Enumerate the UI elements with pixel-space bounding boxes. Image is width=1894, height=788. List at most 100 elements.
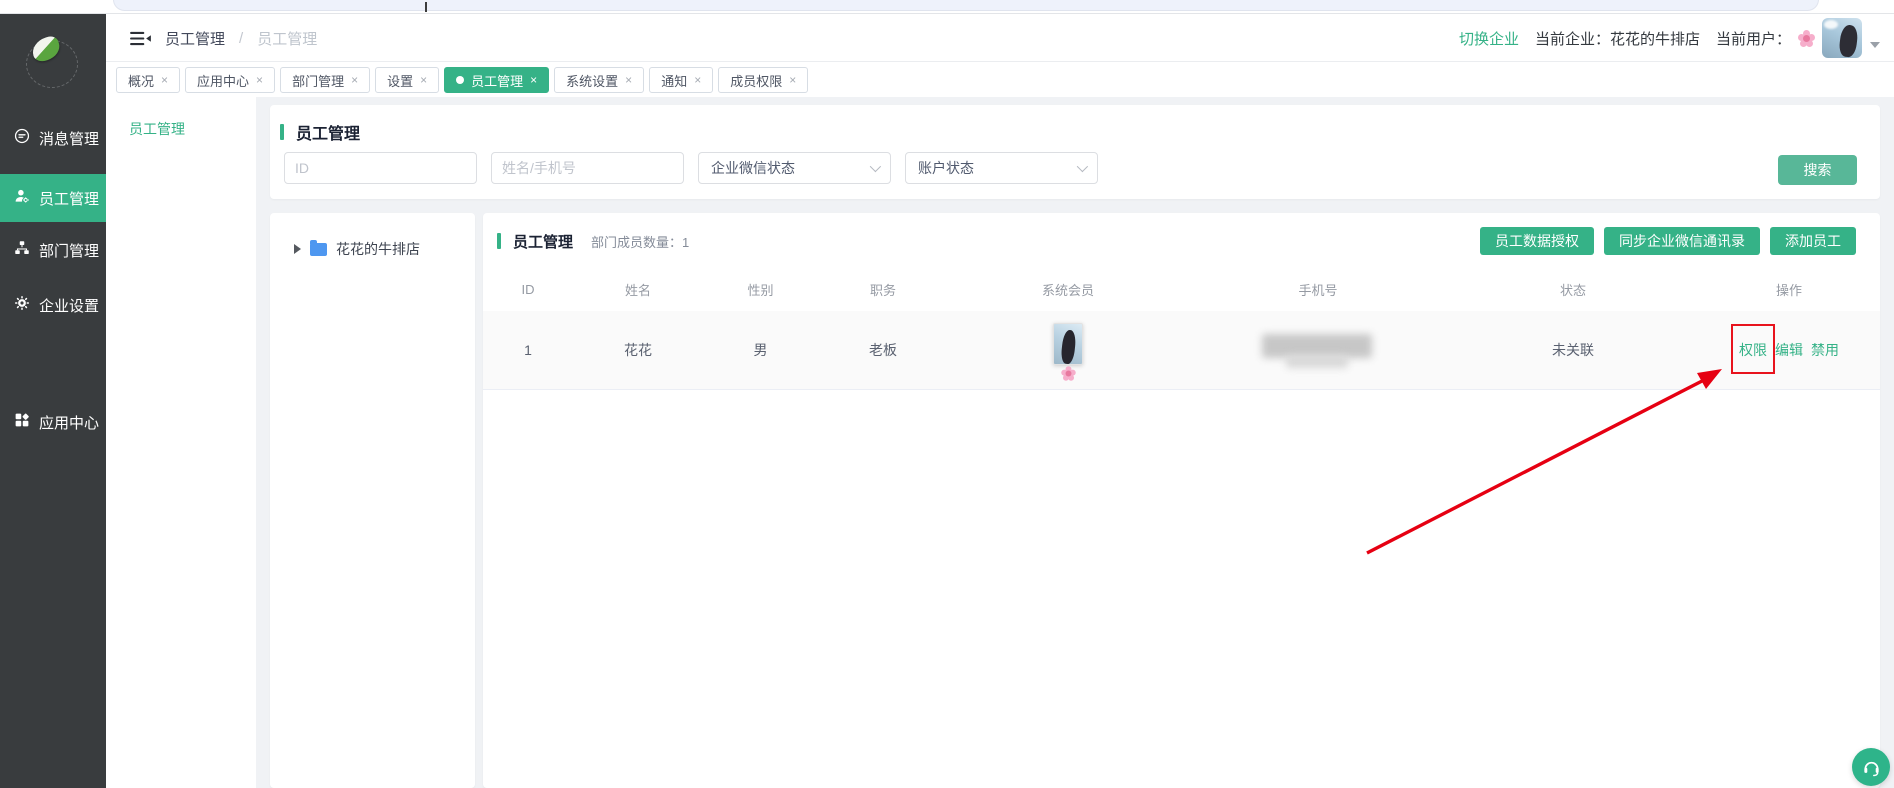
sidebar: 消息管理 员工管理 部门管理 企业设置 应用中心 bbox=[0, 14, 106, 788]
table-header-row: ID 姓名 性别 职务 系统会员 手机号 状态 操作 bbox=[483, 268, 1880, 312]
close-icon[interactable]: × bbox=[694, 74, 701, 86]
column-header-id: ID bbox=[483, 268, 573, 311]
sidebar-item-label: 企业设置 bbox=[39, 295, 99, 316]
edit-link[interactable]: 编辑 bbox=[1775, 340, 1803, 360]
close-icon[interactable]: × bbox=[256, 74, 263, 86]
phone-blurred bbox=[1258, 328, 1378, 372]
gear-icon bbox=[13, 294, 31, 316]
active-tab-dot bbox=[456, 76, 464, 84]
permissions-link[interactable]: 权限 bbox=[1739, 340, 1767, 360]
user-avatar[interactable] bbox=[1822, 18, 1862, 58]
open-tabs-bar: 概况× 应用中心× 部门管理× 设置× 员工管理× 系统设置× 通知× 成员权限… bbox=[106, 62, 1894, 97]
table-title: 员工管理 bbox=[513, 231, 573, 252]
employees-table-card: 员工管理 部门成员数量：1 员工数据授权 同步企业微信通讯录 添加员工 ID 姓… bbox=[483, 213, 1880, 788]
employee-data-auth-button[interactable]: 员工数据授权 bbox=[1480, 227, 1594, 255]
tab-member-permissions[interactable]: 成员权限× bbox=[718, 67, 808, 93]
sidebar-item-label: 消息管理 bbox=[39, 128, 99, 149]
tab-system-settings[interactable]: 系统设置× bbox=[554, 67, 644, 93]
member-count-label: 部门成员数量：1 bbox=[591, 232, 689, 251]
dropdown-caret-icon[interactable] bbox=[1870, 42, 1880, 48]
search-button[interactable]: 搜索 bbox=[1778, 155, 1857, 185]
app-logo bbox=[24, 36, 82, 92]
department-tree-card: 花花的牛排店 bbox=[270, 213, 475, 788]
add-employee-button[interactable]: 添加员工 bbox=[1770, 227, 1856, 255]
cell-name: 花花 bbox=[573, 311, 703, 389]
secondary-nav-panel: 员工管理 bbox=[106, 97, 256, 788]
sidebar-item-label: 部门管理 bbox=[39, 240, 99, 261]
tree-node-label: 花花的牛排店 bbox=[336, 239, 420, 259]
cell-id: 1 bbox=[483, 311, 573, 389]
browser-edge-strip bbox=[0, 0, 1894, 14]
column-header-gender: 性别 bbox=[703, 268, 818, 311]
switch-company-link[interactable]: 切换企业 bbox=[1459, 28, 1519, 49]
cell-status: 未关联 bbox=[1448, 311, 1698, 389]
flower-badge-icon bbox=[1065, 371, 1071, 377]
close-icon[interactable]: × bbox=[420, 74, 427, 86]
close-icon[interactable]: × bbox=[625, 74, 632, 86]
breadcrumb-item-current-page: 员工管理 bbox=[257, 28, 317, 49]
folder-icon bbox=[310, 243, 327, 256]
filter-card: 员工管理 企业微信状态 账户状态 搜索 bbox=[270, 105, 1880, 199]
annotation-red-box bbox=[1731, 324, 1775, 374]
name-phone-input[interactable] bbox=[491, 152, 684, 184]
top-header: 员工管理 / 员工管理 切换企业 当前企业：花花的牛排店 当前用户： bbox=[106, 14, 1894, 62]
close-icon[interactable]: × bbox=[161, 74, 168, 86]
cell-phone bbox=[1188, 311, 1448, 389]
breadcrumb-item-current-section[interactable]: 员工管理 bbox=[165, 28, 225, 49]
filter-card-title: 员工管理 bbox=[296, 120, 360, 144]
flower-badge-icon bbox=[1803, 35, 1810, 42]
title-accent-bar bbox=[497, 233, 501, 249]
breadcrumb-separator: / bbox=[239, 30, 243, 47]
current-company-label: 当前企业：花花的牛排店 bbox=[1535, 28, 1700, 49]
current-user-label: 当前用户： bbox=[1716, 28, 1791, 49]
cell-job: 老板 bbox=[818, 311, 948, 389]
user-gear-icon bbox=[13, 187, 31, 209]
id-input[interactable] bbox=[284, 152, 477, 184]
account-status-select-value: 账户状态 bbox=[918, 158, 974, 178]
tab-departments[interactable]: 部门管理× bbox=[280, 67, 370, 93]
breadcrumb: 员工管理 / 员工管理 bbox=[130, 14, 317, 62]
customer-service-icon bbox=[1861, 757, 1882, 778]
org-chart-icon bbox=[13, 239, 31, 261]
subnav-item-employees[interactable]: 员工管理 bbox=[129, 119, 185, 139]
app-root: 消息管理 员工管理 部门管理 企业设置 应用中心 bbox=[0, 0, 1894, 788]
member-avatar bbox=[1053, 323, 1083, 365]
message-icon bbox=[13, 127, 31, 149]
tree-node-root[interactable]: 花花的牛排店 bbox=[294, 239, 420, 259]
chevron-down-icon bbox=[1077, 161, 1088, 172]
sidebar-item-label: 应用中心 bbox=[39, 412, 99, 433]
collapse-sidebar-icon[interactable] bbox=[130, 30, 151, 47]
table-row: 1 花花 男 老板 未关联 权限 编辑 禁用 bbox=[483, 311, 1880, 390]
sidebar-item-employees[interactable]: 员工管理 bbox=[0, 174, 106, 222]
wechat-status-select[interactable]: 企业微信状态 bbox=[698, 152, 891, 184]
cell-system-member bbox=[948, 311, 1188, 389]
sidebar-item-messages[interactable]: 消息管理 bbox=[0, 116, 106, 160]
close-icon[interactable]: × bbox=[530, 74, 537, 86]
tab-employees-active[interactable]: 员工管理× bbox=[444, 67, 549, 93]
tab-notifications[interactable]: 通知× bbox=[649, 67, 713, 93]
wechat-status-select-value: 企业微信状态 bbox=[711, 158, 795, 178]
sidebar-item-company-settings[interactable]: 企业设置 bbox=[0, 283, 106, 327]
close-icon[interactable]: × bbox=[789, 74, 796, 86]
column-header-status: 状态 bbox=[1448, 268, 1698, 311]
caret-right-icon[interactable] bbox=[294, 244, 301, 254]
disable-link[interactable]: 禁用 bbox=[1811, 340, 1839, 360]
browser-address-bar-remnant bbox=[113, 0, 1819, 11]
chevron-down-icon bbox=[870, 161, 881, 172]
sync-wechat-contacts-button[interactable]: 同步企业微信通讯录 bbox=[1604, 227, 1760, 255]
customer-service-button[interactable] bbox=[1852, 748, 1890, 786]
column-header-job: 职务 bbox=[818, 268, 948, 311]
sidebar-item-departments[interactable]: 部门管理 bbox=[0, 228, 106, 272]
column-header-phone: 手机号 bbox=[1188, 268, 1448, 311]
cell-gender: 男 bbox=[703, 311, 818, 389]
column-header-actions: 操作 bbox=[1698, 268, 1880, 311]
tab-app-center[interactable]: 应用中心× bbox=[185, 67, 275, 93]
tab-settings[interactable]: 设置× bbox=[375, 67, 439, 93]
close-icon[interactable]: × bbox=[351, 74, 358, 86]
text-cursor bbox=[425, 2, 427, 12]
title-accent-bar bbox=[280, 124, 284, 140]
account-status-select[interactable]: 账户状态 bbox=[905, 152, 1098, 184]
sidebar-item-app-center[interactable]: 应用中心 bbox=[0, 400, 106, 444]
app-grid-icon bbox=[13, 411, 31, 433]
tab-overview[interactable]: 概况× bbox=[116, 67, 180, 93]
